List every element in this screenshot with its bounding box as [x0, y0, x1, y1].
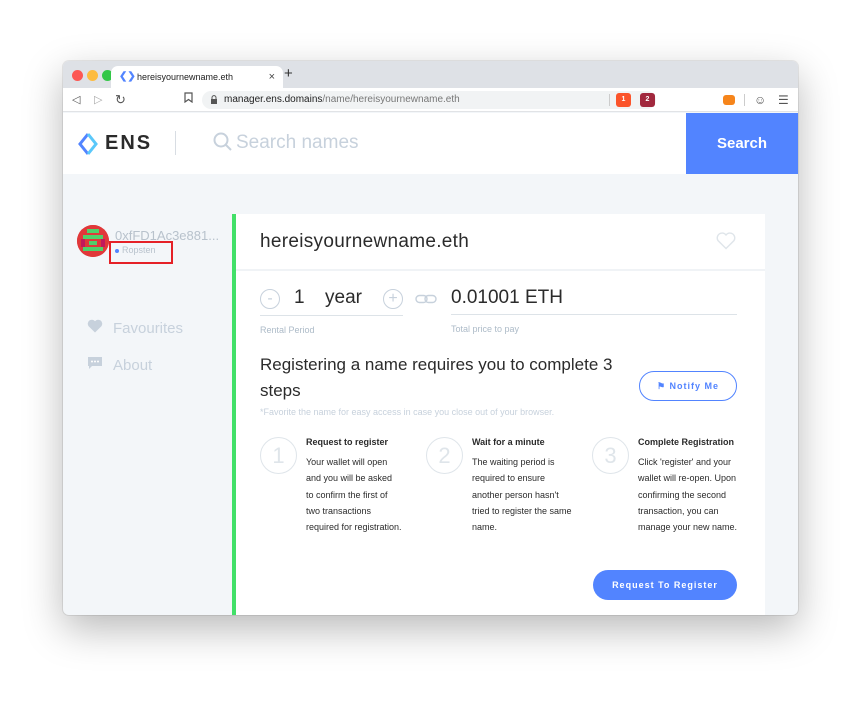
total-price: 0.01001 ETH: [451, 287, 563, 308]
new-tab-button[interactable]: +: [284, 65, 293, 82]
rental-period-label: Rental Period: [260, 325, 315, 335]
browser-window: ❮❯ hereisyournewname.eth × + ◁ ▷ ↻ manag…: [63, 61, 798, 615]
search-icon: [213, 132, 232, 151]
notify-me-label: Notify Me: [669, 380, 720, 391]
notify-me-button[interactable]: ⚑ Notify Me: [639, 371, 737, 401]
reload-icon[interactable]: ↻: [115, 88, 126, 112]
metamask-icon[interactable]: [723, 95, 735, 105]
ens-logo-icon: [78, 133, 98, 155]
ens-favicon-icon: ❮❯: [119, 71, 136, 82]
forward-icon[interactable]: ▷: [94, 88, 102, 112]
request-to-register-button[interactable]: Request To Register: [593, 570, 737, 600]
brave-rewards-icon[interactable]: 2: [640, 93, 655, 107]
link-icon: [415, 294, 437, 304]
decrease-period-button[interactable]: -: [260, 289, 280, 309]
steps-heading: Registering a name requires you to compl…: [260, 355, 613, 400]
bookmark-icon[interactable]: [184, 88, 193, 112]
network-highlight-box: [109, 241, 173, 264]
tab-title: hereisyournewname.eth: [137, 72, 234, 82]
sidebar-item-favourites[interactable]: Favourites: [87, 319, 183, 337]
chat-icon: [87, 356, 105, 374]
brave-rewards-count: 2: [645, 96, 650, 103]
tab-strip: ❮❯ hereisyournewname.eth × +: [63, 61, 798, 88]
step-body-3: Click 'register' and your wallet will re…: [638, 457, 738, 533]
browser-tab[interactable]: ❮❯ hereisyournewname.eth ×: [111, 66, 283, 88]
close-window-button[interactable]: [72, 70, 83, 81]
step-number-1: 1: [260, 437, 297, 474]
lock-icon: [210, 91, 218, 111]
step-body-2: The waiting period is required to ensure…: [472, 457, 572, 533]
url-host: manager.ens.domains: [224, 94, 323, 105]
avatar[interactable]: [77, 225, 109, 257]
total-price-label: Total price to pay: [451, 324, 520, 334]
card-divider: [236, 269, 765, 271]
minimize-window-button[interactable]: [87, 70, 98, 81]
brave-shield-count: 1: [621, 96, 626, 103]
header-divider: [175, 131, 176, 155]
step-number-3: 3: [592, 437, 629, 474]
app-header: ENS Search: [63, 113, 798, 174]
address-bar[interactable]: manager.ens.domains/name/hereisyournewna…: [202, 91, 656, 109]
search-input[interactable]: [236, 128, 656, 158]
bell-icon: ⚑: [656, 380, 667, 391]
rental-period-value: 1: [294, 287, 305, 308]
rental-period-underline: [260, 315, 403, 316]
menu-icon[interactable]: ☰: [778, 88, 789, 112]
sidebar-item-about[interactable]: About: [87, 356, 152, 374]
favorite-note: *Favorite the name for easy access in ca…: [260, 407, 555, 417]
tab-close-button[interactable]: ×: [269, 66, 275, 88]
sidebar-item-label: About: [113, 357, 153, 374]
sidebar-item-label: Favourites: [113, 320, 184, 337]
domain-name-title: hereisyournewname.eth: [260, 231, 470, 252]
ens-logo-text: ENS: [105, 132, 153, 154]
step-title-3: Complete Registration: [638, 437, 735, 447]
step-number-2: 2: [426, 437, 463, 474]
rental-period-unit: year: [325, 287, 362, 308]
profile-icon[interactable]: ☺: [754, 88, 766, 112]
search-button[interactable]: Search: [686, 113, 798, 174]
back-icon[interactable]: ◁: [72, 88, 80, 112]
price-underline: [451, 314, 737, 315]
url-path: /name/hereisyournewname.eth: [322, 94, 460, 105]
step-body-1: Your wallet will open and you will be as…: [306, 457, 402, 533]
step-title-2: Wait for a minute: [472, 437, 545, 447]
card-accent-bar: [232, 214, 236, 615]
browser-toolbar: ◁ ▷ ↻ manager.ens.domains/name/hereisyou…: [63, 88, 798, 112]
toolbar-divider: [744, 94, 745, 106]
brave-shield-icon[interactable]: 1: [616, 93, 631, 107]
heart-icon: [87, 319, 105, 337]
step-title-1: Request to register: [306, 437, 389, 447]
ens-logo[interactable]: ENS: [77, 113, 152, 174]
toolbar-divider: [609, 94, 610, 106]
increase-period-button[interactable]: +: [383, 289, 403, 309]
favourite-heart-icon[interactable]: [716, 232, 736, 250]
name-registration-card: hereisyournewname.eth - 1 year + Rental …: [232, 214, 765, 615]
